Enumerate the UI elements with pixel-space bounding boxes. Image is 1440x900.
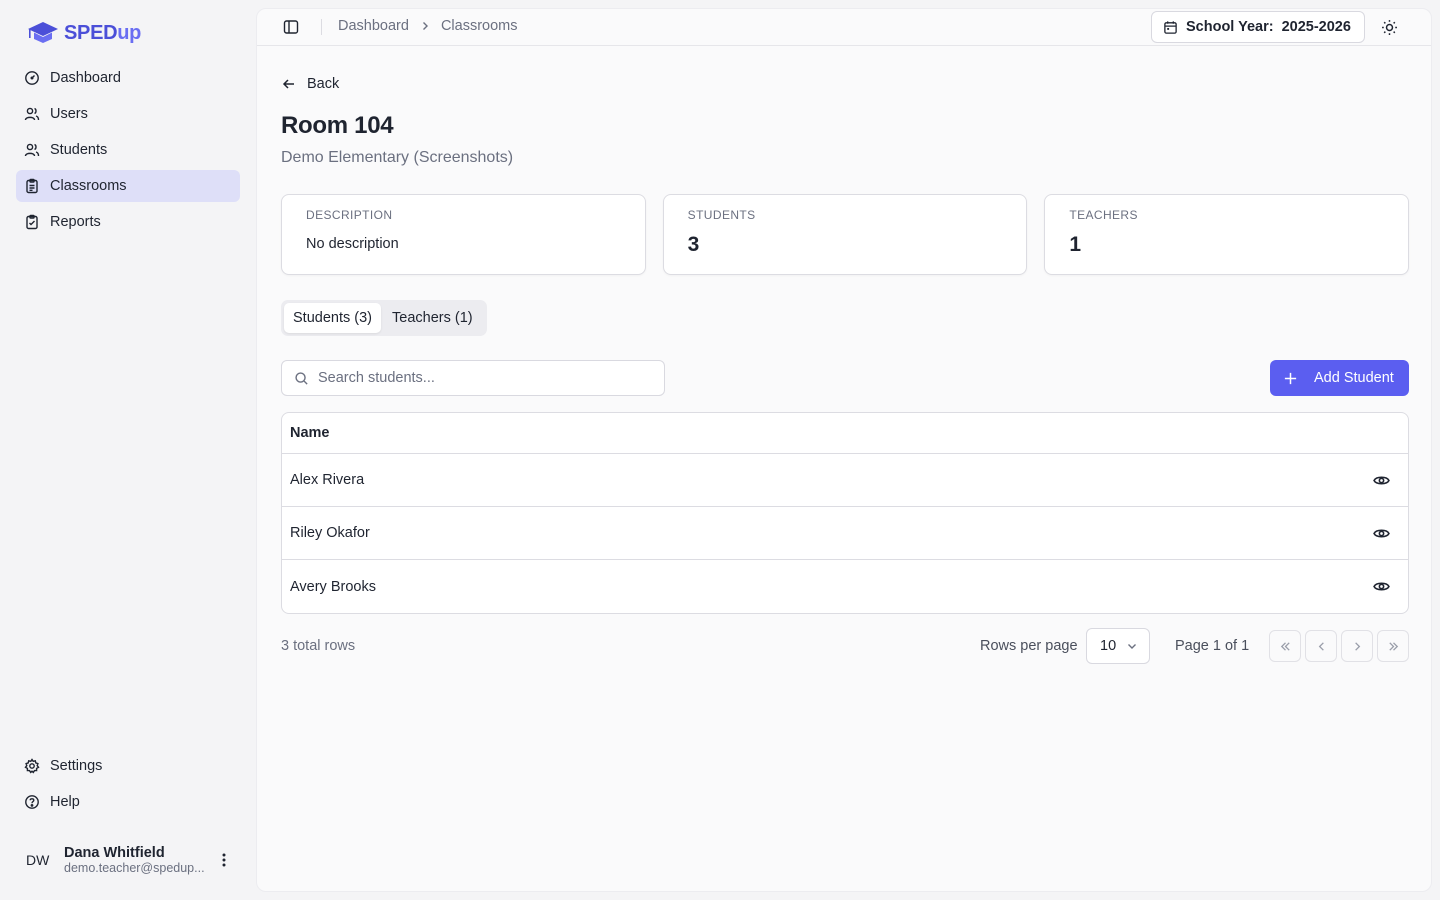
sidebar-toggle-icon[interactable] <box>283 19 299 35</box>
summary-cards: Description No description Students 3 Te… <box>281 194 1410 275</box>
teachers-count-card: Teachers 1 <box>1044 194 1410 275</box>
page-info: Page 1 of 1 <box>1175 638 1250 654</box>
card-label: Students <box>687 208 756 222</box>
table-row[interactable]: Riley Okafor <box>282 507 1408 560</box>
sun-icon[interactable] <box>1381 19 1398 36</box>
tab-students[interactable]: Students (3) <box>284 303 381 333</box>
add-student-label: Add Student <box>1314 370 1394 386</box>
table-footer: 3 total rows Rows per page 10 Page 1 of … <box>281 628 1409 664</box>
main-panel: Dashboard Classrooms School Year: 2025-2… <box>256 8 1432 892</box>
sidebar-item-label: Students <box>50 142 108 158</box>
search-input[interactable] <box>318 370 658 386</box>
chevron-left-icon <box>1318 641 1324 651</box>
student-name: Riley Okafor <box>290 525 370 541</box>
user-name: Dana Whitfield <box>64 845 165 861</box>
tab-teachers[interactable]: Teachers (1) <box>383 303 482 333</box>
chevron-down-icon <box>1128 644 1137 649</box>
user-menu-button[interactable] <box>216 850 232 870</box>
back-button[interactable]: Back <box>281 76 339 92</box>
previous-page-button[interactable] <box>1305 630 1337 662</box>
sidebar-item-label: Users <box>50 106 88 122</box>
school-year-selector[interactable]: School Year: 2025-2026 <box>1151 11 1365 43</box>
sidebar-item-label: Classrooms <box>50 178 127 194</box>
chevrons-right-icon <box>1388 641 1398 651</box>
rows-per-page-value: 10 <box>1100 638 1117 654</box>
tabs: Students (3) Teachers (1) <box>281 300 487 336</box>
sidebar-item-reports[interactable]: Reports <box>16 206 240 238</box>
sidebar-nav: Dashboard Users Students Classrooms Repo… <box>16 62 240 242</box>
graduation-cap-icon <box>28 22 58 43</box>
gear-icon <box>24 758 40 774</box>
sidebar-item-classrooms[interactable]: Classrooms <box>16 170 240 202</box>
student-name: Alex Rivera <box>290 472 365 488</box>
topbar: Dashboard Classrooms School Year: 2025-2… <box>257 9 1431 46</box>
table-header-name[interactable]: Name <box>282 413 1408 454</box>
eye-icon[interactable] <box>1373 472 1390 489</box>
search-field <box>281 360 665 396</box>
back-label: Back <box>307 76 340 92</box>
search-icon <box>295 371 308 385</box>
page-title: Room 104 <box>281 112 394 139</box>
card-value: No description <box>306 236 399 252</box>
table-row[interactable]: Alex Rivera <box>282 454 1408 507</box>
add-student-button[interactable]: Add Student <box>1270 360 1409 396</box>
sidebar-bottom-nav: Settings Help <box>16 750 240 822</box>
sidebar-item-label: Settings <box>50 758 103 774</box>
user-email: demo.teacher@spedup... <box>64 861 205 875</box>
gauge-icon <box>25 71 39 85</box>
sidebar-item-label: Reports <box>50 214 101 230</box>
chevrons-left-icon <box>1280 641 1290 651</box>
total-rows: 3 total rows <box>281 638 356 654</box>
next-page-button[interactable] <box>1341 630 1373 662</box>
page-subtitle: Demo Elementary (Screenshots) <box>281 149 514 166</box>
card-value: 1 <box>1069 233 1082 256</box>
student-name: Avery Brooks <box>290 578 376 595</box>
user-profile[interactable]: DW Dana Whitfield demo.teacher@spedup... <box>16 836 240 884</box>
logo-text: SPEDup <box>64 21 142 44</box>
eye-icon[interactable] <box>1373 525 1390 542</box>
rows-per-page-select[interactable]: 10 <box>1086 628 1150 664</box>
more-vertical-icon <box>222 853 226 867</box>
students-count-card: Students 3 <box>662 194 1028 275</box>
description-card: Description No description <box>281 194 646 275</box>
help-icon <box>25 795 39 809</box>
students-table: Name Alex Rivera Riley Okafor Avery Broo… <box>281 412 1409 614</box>
pagination <box>1269 630 1409 662</box>
plus-icon <box>1284 372 1297 384</box>
breadcrumb: Dashboard Classrooms <box>338 18 517 34</box>
sidebar-item-students[interactable]: Students <box>16 134 240 166</box>
sidebar-item-label: Dashboard <box>50 70 121 86</box>
arrow-left-icon <box>282 79 294 89</box>
sidebar-item-dashboard[interactable]: Dashboard <box>16 62 240 94</box>
breadcrumb-classrooms[interactable]: Classrooms <box>441 18 518 34</box>
card-label: Teachers <box>1069 208 1138 222</box>
breadcrumb-dashboard[interactable]: Dashboard <box>338 18 409 34</box>
divider <box>321 19 322 35</box>
sidebar-item-label: Help <box>50 794 80 810</box>
report-icon <box>26 214 38 230</box>
table-row[interactable]: Avery Brooks <box>282 560 1408 613</box>
chevron-right-icon <box>1354 641 1360 651</box>
students-icon <box>24 143 40 157</box>
clipboard-icon <box>26 178 38 194</box>
school-year-value: 2025-2026 <box>1281 19 1351 35</box>
sidebar-item-settings[interactable]: Settings <box>16 750 240 782</box>
app-logo[interactable]: SPEDup <box>26 18 141 48</box>
user-info: Dana Whitfield demo.teacher@spedup... <box>64 845 214 875</box>
last-page-button[interactable] <box>1377 630 1409 662</box>
chevron-right-icon <box>422 22 428 30</box>
card-label: Description <box>306 208 393 222</box>
eye-icon[interactable] <box>1373 578 1390 595</box>
avatar: DW <box>26 852 50 868</box>
sidebar-item-help[interactable]: Help <box>16 786 240 818</box>
users-icon <box>24 107 40 121</box>
card-value: 3 <box>687 233 700 256</box>
first-page-button[interactable] <box>1269 630 1301 662</box>
sidebar: SPEDup Dashboard Users Students Classroo… <box>0 0 256 900</box>
rows-per-page-label: Rows per page <box>980 638 1078 654</box>
calendar-icon <box>1164 20 1177 34</box>
sidebar-item-users[interactable]: Users <box>16 98 240 130</box>
school-year-label: School Year: <box>1186 19 1274 35</box>
